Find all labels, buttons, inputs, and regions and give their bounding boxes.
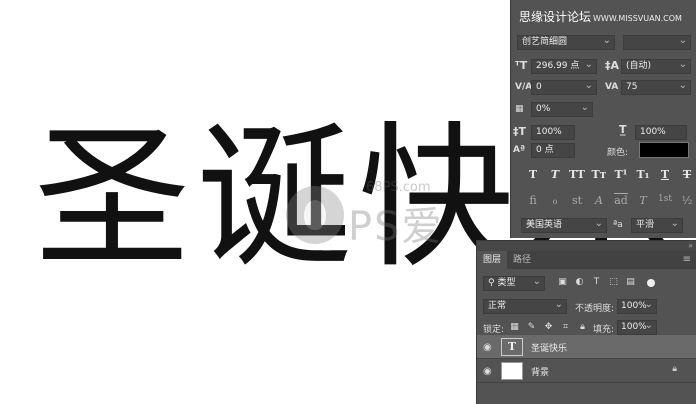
blend-mode-select[interactable]: 正常 xyxy=(483,298,567,314)
shape-filter-icon[interactable]: ⬚ xyxy=(608,277,619,288)
tracking-field[interactable]: 75 xyxy=(621,79,691,95)
text-color-swatch[interactable] xyxy=(639,142,689,158)
faux-style-buttons: T T TT Tт T¹ T₁ T T xyxy=(525,168,695,184)
titling-alternates-button[interactable]: T xyxy=(635,194,651,210)
baseline-shift-field[interactable]: 0 点 xyxy=(531,143,575,158)
panel-header: 思缘设计论坛 WWW.MISSVUAN.COM xyxy=(511,0,696,30)
vertical-scale-field[interactable]: 100% xyxy=(531,125,575,140)
site-banner: 思缘设计论坛 WWW.MISSVUAN.COM xyxy=(519,8,682,25)
panel-tabs: 图层 路径 ≡ xyxy=(477,251,696,269)
baseline-shift-icon: Aª xyxy=(513,145,526,155)
fractions-button[interactable]: ½ xyxy=(679,194,695,210)
site-label: 思缘设计论坛 xyxy=(519,10,592,24)
lock-transparency-icon[interactable]: ▦ xyxy=(509,322,520,333)
visibility-eye-icon[interactable]: ◉ xyxy=(483,342,492,353)
underline-button[interactable]: T xyxy=(657,168,673,184)
blend-row: 正常 不透明度: 100% xyxy=(483,298,691,315)
language-select[interactable]: 美国英语 xyxy=(521,217,607,233)
collapse-icon[interactable]: » xyxy=(688,241,693,250)
lock-icons: ▦ ✎ ✥ ⌗ 🔒︎ xyxy=(509,322,588,333)
layer-row[interactable]: ◉ 背景 🔒︎ xyxy=(477,359,696,383)
opacity-label: 不透明度: xyxy=(575,304,615,314)
watermark-logo-icon xyxy=(286,186,344,244)
tracking-icon: VA xyxy=(605,82,619,92)
filter-icons: ▣ ◐ T ⬚ ▤ xyxy=(557,277,636,288)
ordinals-button[interactable]: 1st xyxy=(657,194,673,210)
character-panel: 思缘设计论坛WWW.MISSVUAN.COM 创艺简细圆 ᵀT 296.99 点… xyxy=(510,0,696,238)
kerning-icon: V/A xyxy=(515,82,533,92)
superscript-button[interactable]: T¹ xyxy=(613,168,629,184)
ligatures-button[interactable]: fi xyxy=(525,194,541,210)
antialias-select[interactable]: 平滑 xyxy=(631,217,683,233)
tab-layers[interactable]: 图层 xyxy=(477,251,508,269)
text-layer-thumbnail: T xyxy=(501,338,523,356)
contextual-alternates-button[interactable]: st xyxy=(569,194,585,210)
filter-kind-label: 类型 xyxy=(497,278,516,288)
fill-label: 填充: xyxy=(593,325,615,335)
layer-name: 圣诞快乐 xyxy=(531,344,568,354)
type-filter-icon[interactable]: T xyxy=(591,277,602,288)
watermark-site: 68PS.com xyxy=(366,180,431,195)
panel-grip[interactable]: » xyxy=(477,241,696,251)
small-caps-button[interactable]: Tт xyxy=(591,168,607,184)
fill-field[interactable]: 100% xyxy=(617,319,657,335)
color-label: 颜色: xyxy=(607,148,629,158)
kerning-field[interactable]: 0 xyxy=(531,79,597,95)
layer-row[interactable]: ◉ T 圣诞快乐 xyxy=(477,335,696,359)
lock-row: 锁定: ▦ ✎ ✥ ⌗ 🔒︎ 填充: 100% xyxy=(483,319,691,336)
lock-all-icon[interactable]: 🔒︎ xyxy=(577,322,588,333)
background-layer-thumbnail xyxy=(501,362,523,380)
horizontal-scale-icon: T̲ xyxy=(619,123,627,136)
lock-image-icon[interactable]: ✎ xyxy=(526,322,537,333)
vertical-scale-icon: ‡T xyxy=(513,125,527,138)
site-url: WWW.MISSVUAN.COM xyxy=(593,14,682,23)
leading-field[interactable]: (自动) xyxy=(621,58,691,74)
watermark-logo-text: PS爱 xyxy=(348,204,444,250)
leading-icon: ‡A xyxy=(605,59,620,72)
opacity-field[interactable]: 100% xyxy=(617,298,657,314)
tsume-icon: ▦ xyxy=(515,104,524,114)
tsume-field[interactable]: 0% xyxy=(531,101,593,117)
watermark: 68PS.com PS爱 xyxy=(286,180,486,250)
smart-object-filter-icon[interactable]: ▤ xyxy=(625,277,636,288)
filter-toggle[interactable] xyxy=(647,279,655,287)
swash-button[interactable]: A xyxy=(591,194,607,210)
layers-panel: » 图层 路径 ≡ ⚲ 类型 ▣ ◐ T ⬚ ▤ 正常 不透明度: 100% 锁… xyxy=(476,240,696,404)
faux-bold-button[interactable]: T xyxy=(525,168,541,184)
tab-paths[interactable]: 路径 xyxy=(507,251,537,269)
font-family-select[interactable]: 创艺简细圆 xyxy=(517,34,615,50)
opentype-buttons: fi ℴ st A ad T 1st ½ xyxy=(525,194,695,210)
subscript-button[interactable]: T₁ xyxy=(635,168,651,184)
antialias-icon: ªa xyxy=(613,220,623,230)
lock-label: 锁定: xyxy=(483,325,505,335)
lock-artboard-icon[interactable]: ⌗ xyxy=(560,322,571,333)
lock-position-icon[interactable]: ✥ xyxy=(543,322,554,333)
visibility-eye-icon[interactable]: ◉ xyxy=(483,366,492,377)
horizontal-scale-field[interactable]: 100% xyxy=(635,125,687,140)
font-size-field[interactable]: 296.99 点 xyxy=(531,58,597,74)
stylistic-alternates-button[interactable]: ad xyxy=(613,194,629,210)
font-style-select[interactable] xyxy=(623,34,691,50)
panel-menu-icon[interactable]: ≡ xyxy=(683,251,691,269)
discretionary-ligatures-button[interactable]: ℴ xyxy=(547,194,563,210)
filter-kind-select[interactable]: ⚲ 类型 xyxy=(483,275,545,291)
faux-italic-button[interactable]: T xyxy=(547,168,563,184)
strikethrough-button[interactable]: T xyxy=(679,168,695,184)
all-caps-button[interactable]: TT xyxy=(569,168,585,184)
layer-lock-icon: 🔒︎ xyxy=(672,364,677,374)
layer-name: 背景 xyxy=(531,368,550,378)
font-size-icon: ᵀT xyxy=(515,59,528,72)
pixel-filter-icon[interactable]: ▣ xyxy=(557,277,568,288)
adjustment-filter-icon[interactable]: ◐ xyxy=(574,277,585,288)
